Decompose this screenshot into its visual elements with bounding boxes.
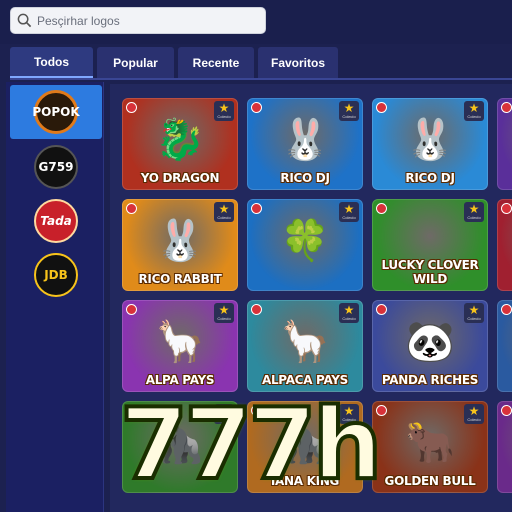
game-card[interactable]: ★ Colecio 🐂 GOLDEN BULL (372, 401, 488, 493)
game-card[interactable]: ★ Colecio 🦍 IANA KING (247, 401, 363, 493)
favorite-star-icon[interactable]: ★ Colecio (464, 202, 484, 222)
provider-jdb[interactable]: JDB (10, 250, 102, 300)
game-title: ALPACA PAYS (261, 373, 349, 387)
game-card[interactable]: ★ Colecio 🦍 (122, 401, 238, 493)
tab-todos[interactable]: Todos (10, 47, 93, 78)
pin-icon (501, 405, 512, 416)
game-title: PANDA RICHES (381, 373, 479, 387)
game-artwork: 🐼 (405, 320, 455, 365)
game-title: GOLDEN BULL (384, 474, 476, 488)
game-artwork: 🦍 (155, 421, 205, 466)
pin-icon (376, 203, 387, 214)
favorite-star-icon[interactable]: ★ Colecio (339, 303, 359, 323)
game-card[interactable]: ★Colecio (497, 401, 512, 493)
search-box[interactable] (10, 7, 266, 34)
pin-icon (251, 203, 262, 214)
tab-divider (10, 78, 512, 80)
provider-popok[interactable]: POPOK (10, 85, 102, 139)
pin-icon (126, 405, 137, 416)
pin-icon (251, 304, 262, 315)
favorite-star-icon[interactable]: ★ Colecio (214, 202, 234, 222)
game-card[interactable]: ★ Colecio 🐼 PANDA RICHES (372, 300, 488, 392)
pin-icon (126, 304, 137, 315)
favorite-star-icon[interactable]: ★ Colecio (214, 101, 234, 121)
search-icon (17, 13, 32, 28)
jdb-logo: JDB (34, 253, 78, 297)
provider-g759[interactable]: G759 (10, 142, 102, 192)
game-card[interactable]: ★Colecio (497, 300, 512, 392)
game-card[interactable]: ★ Colecio LUCKY CLOVER WILD (372, 199, 488, 291)
pin-icon (251, 405, 262, 416)
game-card[interactable]: ★ColecioSP (497, 199, 512, 291)
pin-icon (376, 304, 387, 315)
game-title: LUCKY CLOVER WILD (381, 258, 479, 286)
game-title: ALPA PAYS (145, 373, 215, 387)
game-title: RICO DJ (280, 171, 330, 185)
game-card[interactable]: ★ Colecio 🐰 RICO DJ (372, 98, 488, 190)
tada-logo: Tada (34, 199, 78, 243)
favorite-star-icon[interactable]: ★ Colecio (339, 202, 359, 222)
favorite-star-icon[interactable]: ★ Colecio (464, 303, 484, 323)
game-title: YO DRAGON (140, 171, 220, 185)
tab-recente[interactable]: Recente (178, 47, 254, 78)
g759-logo: G759 (34, 145, 78, 189)
popok-logo: POPOK (32, 90, 80, 134)
favorite-star-icon[interactable]: ★ Colecio (339, 404, 359, 424)
game-title: SP (498, 272, 512, 286)
game-artwork: 🦙 (155, 320, 205, 365)
pin-icon (251, 102, 262, 113)
game-artwork: 🐂 (405, 421, 455, 466)
top-bar (0, 0, 512, 44)
game-card[interactable]: ★ Colecio 🐰 RICO RABBIT (122, 199, 238, 291)
favorite-star-icon[interactable]: ★ Colecio (464, 101, 484, 121)
favorite-star-icon[interactable]: ★ Colecio (214, 404, 234, 424)
favorite-star-icon[interactable]: ★ Colecio (214, 303, 234, 323)
favorite-star-icon[interactable]: ★ Colecio (339, 101, 359, 121)
game-artwork: 🦍 (280, 421, 330, 466)
game-artwork: 🐉 (155, 118, 205, 163)
provider-tada[interactable]: Tada (10, 196, 102, 246)
game-card[interactable]: ★ Colecio 🦙 ALPACA PAYS (247, 300, 363, 392)
game-artwork: 🐰 (405, 118, 455, 163)
tab-favoritos[interactable]: Favoritos (258, 47, 338, 78)
game-grid: ★ Colecio 🐉 YO DRAGON ★ Colecio 🐰 RICO DJ ★ Colec… (110, 84, 512, 512)
game-title: IANA KING (270, 474, 340, 488)
game-card[interactable]: ★ Colecio 🍀 (247, 199, 363, 291)
game-card[interactable]: ★ Colecio 🦙 ALPA PAYS (122, 300, 238, 392)
search-input[interactable] (37, 13, 257, 28)
game-artwork: 🦙 (280, 320, 330, 365)
pin-icon (376, 102, 387, 113)
game-title: RICO RABBIT (138, 272, 222, 286)
game-artwork: 🐰 (155, 219, 205, 264)
game-artwork: 🐰 (280, 118, 330, 163)
game-card[interactable]: ★ColecioEM (497, 98, 512, 190)
game-card[interactable]: ★ Colecio 🐰 RICO DJ (247, 98, 363, 190)
pin-icon (501, 102, 512, 113)
game-title: EM (498, 171, 512, 185)
game-title: RICO DJ (405, 171, 455, 185)
game-card[interactable]: ★ Colecio 🐉 YO DRAGON (122, 98, 238, 190)
pin-icon (126, 203, 137, 214)
tab-popular[interactable]: Popular (97, 47, 174, 78)
pin-icon (376, 405, 387, 416)
pin-icon (501, 304, 512, 315)
game-artwork: 🍀 (280, 219, 330, 264)
favorite-star-icon[interactable]: ★ Colecio (464, 404, 484, 424)
pin-icon (126, 102, 137, 113)
provider-sidebar: POPOK G759 Tada JDB (6, 82, 104, 512)
pin-icon (501, 203, 512, 214)
category-tabs: Todos Popular Recente Favoritos (10, 47, 338, 78)
